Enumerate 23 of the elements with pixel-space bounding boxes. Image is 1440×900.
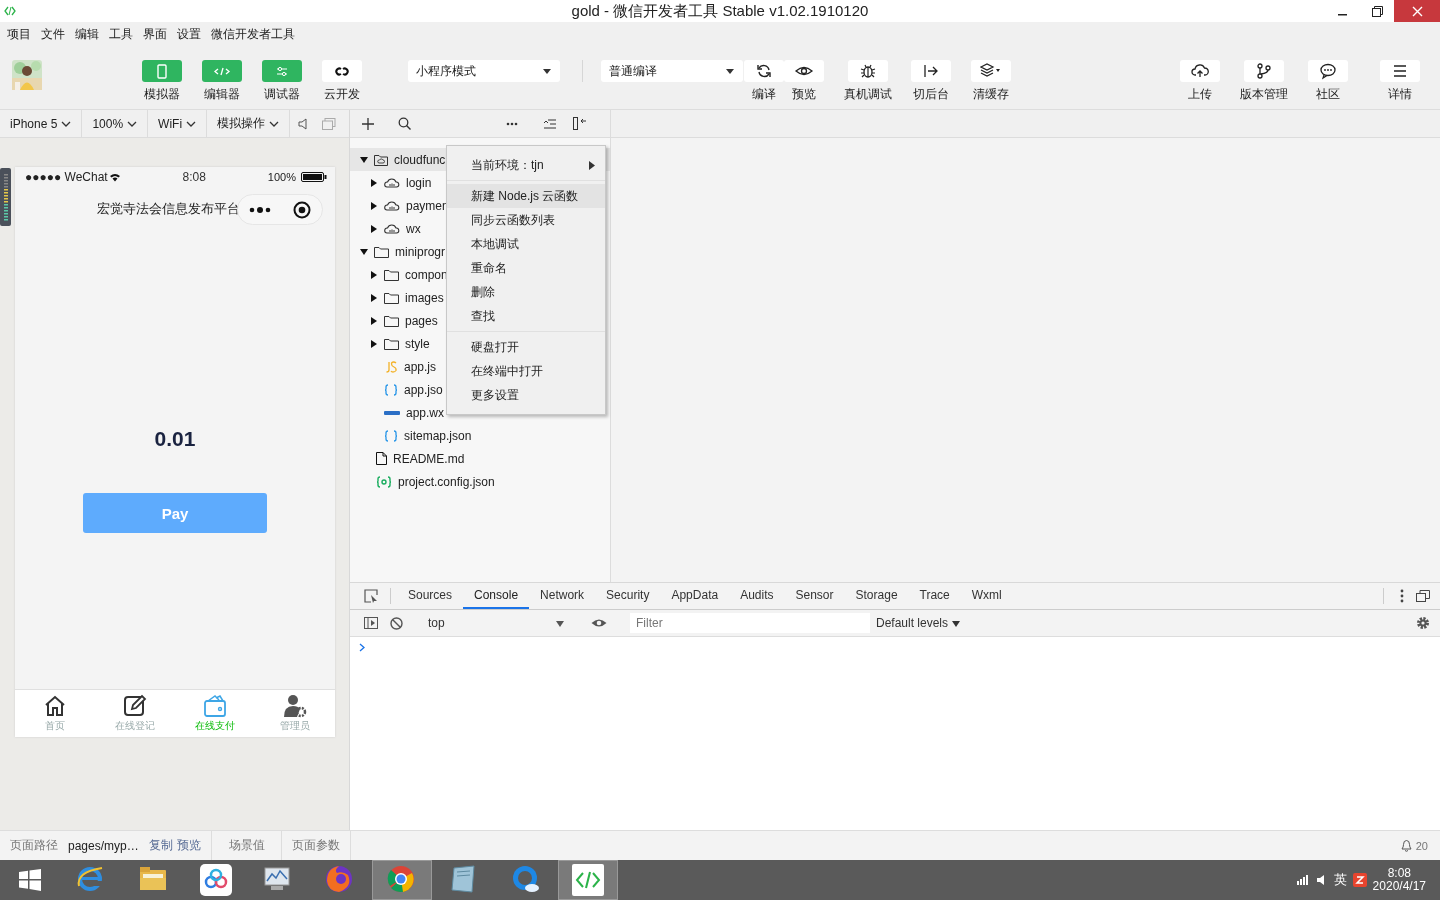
- button-label: 编辑器: [204, 87, 240, 101]
- carrier-label: ●●●●● WeChat: [25, 170, 108, 184]
- nav-title: 宏觉寺法会信息发布平台: [97, 201, 240, 218]
- status-time: 8:08: [181, 170, 207, 184]
- button-label: 真机调试: [844, 87, 892, 101]
- battery-percent: 100%: [267, 171, 296, 183]
- button-label: 清缓存: [973, 87, 1009, 101]
- button-label: 版本管理: [1240, 87, 1288, 101]
- clock-time: 8:08: [1387, 867, 1411, 880]
- button-label: 编译: [752, 87, 776, 101]
- button-label: 模拟器: [144, 87, 180, 101]
- button-label: 详情: [1388, 87, 1412, 101]
- amount-text: 0.01: [154, 427, 196, 451]
- button-label: 切后台: [913, 87, 949, 101]
- window-title: gold - 微信开发者工具 Stable v1.02.1910120: [571, 2, 869, 19]
- button-label: 上传: [1188, 87, 1212, 101]
- button-label: 调试器: [264, 87, 300, 101]
- path-label: 页面路径: [10, 837, 58, 854]
- button-label: 预览: [792, 87, 816, 101]
- button-label: 云开发: [324, 87, 360, 101]
- button-label: 社区: [1316, 87, 1340, 101]
- clock-date: 2020/4/17: [1372, 880, 1426, 893]
- page-path: pages/myp…: [68, 838, 139, 853]
